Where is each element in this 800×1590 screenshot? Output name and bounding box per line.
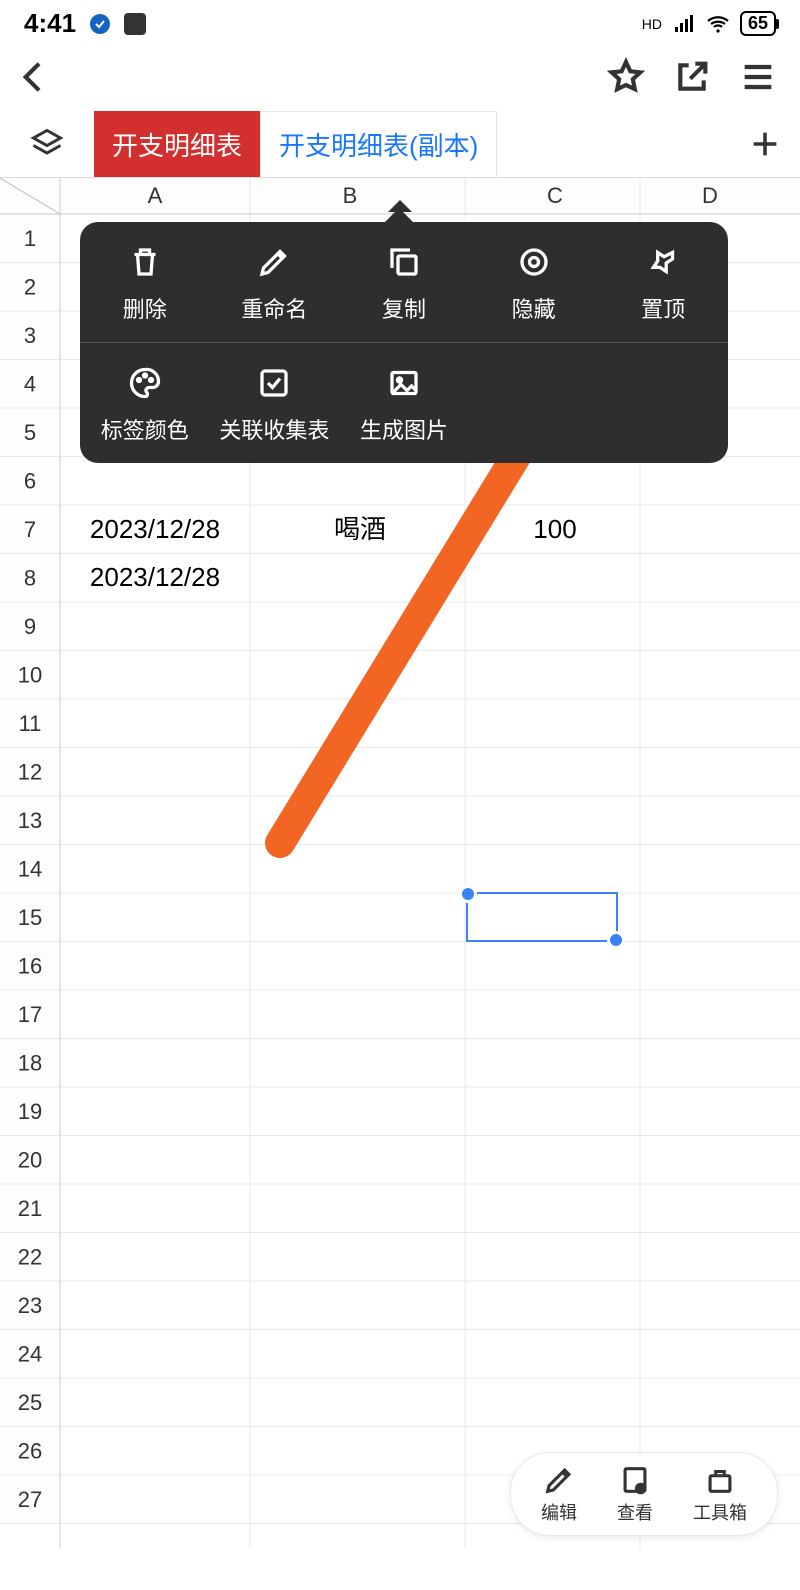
ctx-hide-label: 隐藏	[512, 292, 556, 324]
sheet-tabs: 开支明细表 开支明细表(副本)	[0, 111, 800, 178]
svg-text:3: 3	[24, 323, 36, 348]
bottom-tools[interactable]: 工具箱	[693, 1463, 747, 1525]
svg-text:1: 1	[24, 226, 36, 251]
svg-text:2: 2	[24, 275, 36, 300]
cell-selection[interactable]	[466, 892, 618, 942]
star-icon[interactable]	[606, 57, 646, 97]
svg-text:19: 19	[18, 1099, 42, 1124]
ctx-delete-label: 删除	[123, 292, 167, 324]
bottom-tools-label: 工具箱	[693, 1499, 747, 1525]
tab-inactive[interactable]: 开支明细表(副本)	[260, 111, 497, 177]
signal-icon	[672, 12, 696, 36]
ctx-link-form[interactable]: 关联收集表	[210, 343, 340, 463]
svg-text:D: D	[702, 183, 718, 208]
spreadsheet[interactable]: A B C D 2023/12/28 喝酒 100 2023/12/28 123…	[0, 178, 800, 1548]
ctx-copy-label: 复制	[382, 292, 426, 324]
svg-text:A: A	[148, 183, 163, 208]
svg-text:10: 10	[18, 663, 42, 688]
ctx-hide[interactable]: 隐藏	[469, 222, 599, 342]
back-icon[interactable]	[14, 57, 54, 97]
svg-text:17: 17	[18, 1002, 42, 1027]
ctx-gen-image[interactable]: 生成图片	[339, 343, 469, 463]
ctx-delete[interactable]: 删除	[80, 222, 210, 342]
ctx-link-label: 关联收集表	[219, 413, 329, 445]
ctx-pin[interactable]: 置顶	[598, 222, 728, 342]
svg-text:12: 12	[18, 760, 42, 785]
svg-text:B: B	[343, 183, 358, 208]
svg-text:2023/12/28: 2023/12/28	[90, 562, 220, 592]
top-nav	[0, 43, 800, 111]
selection-handle-tl[interactable]	[459, 885, 477, 903]
svg-text:2023/12/28: 2023/12/28	[90, 514, 220, 544]
svg-text:24: 24	[18, 1342, 42, 1367]
svg-text:20: 20	[18, 1148, 42, 1173]
svg-text:喝酒: 喝酒	[334, 514, 386, 544]
bottom-toolbar: 编辑 查看 工具箱	[0, 1452, 800, 1548]
bottom-view[interactable]: 查看	[617, 1463, 653, 1525]
svg-text:C: C	[547, 183, 563, 208]
wifi-icon	[706, 12, 730, 36]
menu-icon[interactable]	[738, 57, 778, 97]
share-icon[interactable]	[672, 57, 712, 97]
svg-text:13: 13	[18, 808, 42, 833]
bottom-edit-label: 编辑	[541, 1499, 577, 1525]
battery-indicator: 65	[740, 11, 776, 36]
svg-text:22: 22	[18, 1245, 42, 1270]
layers-button[interactable]	[0, 111, 94, 177]
svg-text:7: 7	[24, 517, 36, 542]
svg-text:4: 4	[24, 372, 36, 397]
svg-text:21: 21	[18, 1196, 42, 1221]
svg-text:25: 25	[18, 1390, 42, 1415]
svg-text:14: 14	[18, 857, 42, 882]
svg-text:8: 8	[24, 566, 36, 591]
add-tab-button[interactable]	[730, 111, 800, 177]
svg-text:9: 9	[24, 614, 36, 639]
status-bar: 4:41 HD 65	[0, 0, 800, 43]
selection-handle-br[interactable]	[607, 931, 625, 949]
svg-text:23: 23	[18, 1293, 42, 1318]
status-time: 4:41	[24, 8, 76, 39]
svg-text:15: 15	[18, 905, 42, 930]
ctx-tag-color[interactable]: 标签颜色	[80, 343, 210, 463]
svg-text:100: 100	[533, 514, 576, 544]
svg-text:18: 18	[18, 1051, 42, 1076]
svg-text:16: 16	[18, 954, 42, 979]
ctx-copy[interactable]: 复制	[339, 222, 469, 342]
app-icon-2	[124, 13, 146, 35]
ctx-pin-label: 置顶	[641, 292, 685, 324]
ctx-color-label: 标签颜色	[101, 413, 189, 445]
app-icon-1	[88, 12, 112, 36]
svg-text:6: 6	[24, 469, 36, 494]
ctx-rename-label: 重命名	[241, 292, 307, 324]
bottom-edit[interactable]: 编辑	[541, 1463, 577, 1525]
hd-label: HD	[642, 16, 662, 32]
tab-active[interactable]: 开支明细表	[94, 111, 260, 177]
bottom-view-label: 查看	[617, 1499, 653, 1525]
ctx-rename[interactable]: 重命名	[210, 222, 340, 342]
svg-text:11: 11	[19, 711, 42, 736]
context-menu: 删除 重命名 复制 隐藏 置顶 标签颜色	[80, 222, 728, 463]
ctx-image-label: 生成图片	[360, 413, 448, 445]
svg-text:5: 5	[24, 420, 36, 445]
